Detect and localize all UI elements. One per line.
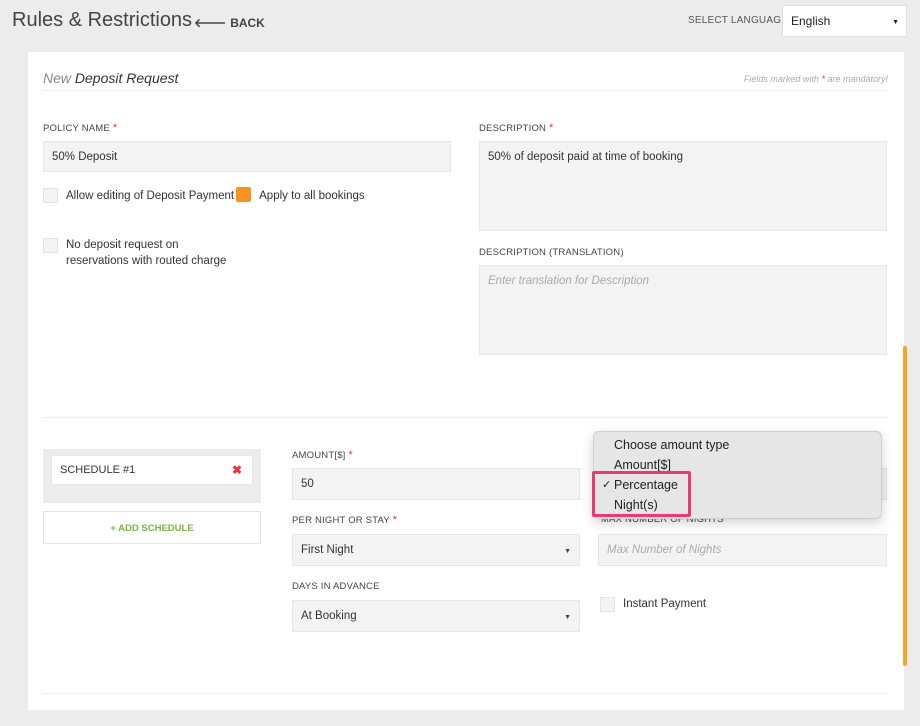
allow-editing-option: Allow editing of Deposit Payment Apply to… — [66, 187, 365, 204]
remove-schedule-icon[interactable]: ✖ — [232, 463, 242, 477]
per-night-value: First Night — [301, 544, 354, 556]
per-night-select[interactable]: First Night ▼ — [292, 534, 580, 566]
instant-payment-label: Instant Payment — [623, 598, 707, 610]
back-button[interactable]: 🡐 BACK — [194, 15, 265, 30]
scrollbar[interactable] — [903, 346, 907, 666]
form-title-prefix: New — [43, 70, 72, 86]
no-deposit-option: No deposit request on reservations with … — [66, 237, 226, 269]
mandatory-star: * — [821, 74, 825, 84]
description-translation-placeholder: Enter translation for Description — [488, 275, 650, 287]
top-bar: Rules & Restrictions 🡐 BACK SELECT LANGUA… — [0, 0, 920, 44]
policy-name-value: 50% Deposit — [52, 151, 118, 163]
dropdown-option-choose[interactable]: Choose amount type — [614, 438, 729, 452]
amount-label: AMOUNT[$] * — [292, 449, 353, 461]
required-star: * — [348, 449, 353, 461]
allow-editing-checkbox[interactable] — [43, 188, 58, 203]
per-night-label-text: PER NIGHT OR STAY — [292, 515, 390, 526]
mandatory-note-prefix: Fields marked with — [743, 74, 819, 84]
arrow-left-icon: 🡐 — [194, 16, 227, 30]
max-nights-placeholder: Max Number of Nights — [607, 544, 722, 556]
caret-down-icon: ▼ — [892, 19, 899, 26]
schedule-item-label: SCHEDULE #1 — [60, 464, 136, 476]
per-night-label: PER NIGHT OR STAY * — [292, 514, 397, 526]
policy-name-label: POLICY NAME * — [43, 122, 117, 134]
caret-down-icon: ▼ — [564, 614, 571, 621]
select-language-label: SELECT LANGUAGE — [688, 15, 789, 26]
days-advance-label: DAYS IN ADVANCE — [292, 581, 380, 592]
description-label: DESCRIPTION * — [479, 122, 553, 134]
amount-label-text: AMOUNT[$] — [292, 450, 346, 461]
schedule-list: SCHEDULE #1 ✖ — [43, 449, 261, 503]
language-value: English — [791, 14, 831, 28]
apply-all-label: Apply to all bookings — [259, 190, 365, 202]
days-advance-value: At Booking — [301, 610, 357, 622]
mandatory-note-suffix: are mandatory! — [827, 74, 888, 84]
schedule-item[interactable]: SCHEDULE #1 ✖ — [51, 455, 253, 485]
no-deposit-checkbox[interactable] — [43, 238, 58, 253]
description-translation-label: DESCRIPTION (TRANSLATION) — [479, 247, 624, 258]
no-deposit-label-line2: reservations with routed charge — [66, 255, 227, 267]
policy-name-label-text: POLICY NAME — [43, 123, 110, 134]
page-title: Rules & Restrictions — [12, 9, 193, 31]
amount-input[interactable]: 50 — [292, 468, 580, 500]
divider — [43, 693, 888, 694]
apply-all-toggle[interactable] — [236, 187, 252, 202]
required-star: * — [548, 122, 554, 134]
language-select[interactable]: English ▼ — [782, 5, 907, 37]
max-nights-input[interactable]: Max Number of Nights — [598, 534, 887, 566]
form-title-main: Deposit Request — [74, 70, 179, 86]
add-schedule-button[interactable]: + ADD SCHEDULE — [43, 511, 261, 544]
form-title: New Deposit Request — [43, 70, 178, 86]
mandatory-note: Fields marked with * are mandatory! — [744, 74, 888, 84]
no-deposit-label-line1: No deposit request on — [66, 239, 179, 251]
description-textarea[interactable]: 50% of deposit paid at time of booking — [479, 141, 887, 231]
deposit-request-card: New Deposit Request Fields marked with *… — [28, 52, 904, 710]
back-label: BACK — [230, 16, 265, 30]
days-advance-select[interactable]: At Booking ▼ — [292, 600, 580, 632]
description-translation-textarea[interactable]: Enter translation for Description — [479, 265, 887, 355]
description-value: 50% of deposit paid at time of booking — [488, 151, 683, 163]
allow-editing-label: Allow editing of Deposit Payment — [66, 190, 235, 202]
divider — [43, 90, 888, 91]
policy-name-input[interactable]: 50% Deposit — [43, 141, 451, 172]
description-label-text: DESCRIPTION — [479, 123, 547, 134]
required-star: * — [392, 514, 398, 526]
required-star: * — [112, 122, 118, 134]
caret-down-icon: ▼ — [564, 548, 571, 555]
section-divider — [43, 417, 888, 418]
amount-value: 50 — [301, 478, 314, 490]
instant-payment-checkbox[interactable] — [600, 597, 615, 612]
dropdown-option-amount[interactable]: Amount[$] — [614, 458, 671, 472]
highlight-annotation — [592, 471, 691, 517]
